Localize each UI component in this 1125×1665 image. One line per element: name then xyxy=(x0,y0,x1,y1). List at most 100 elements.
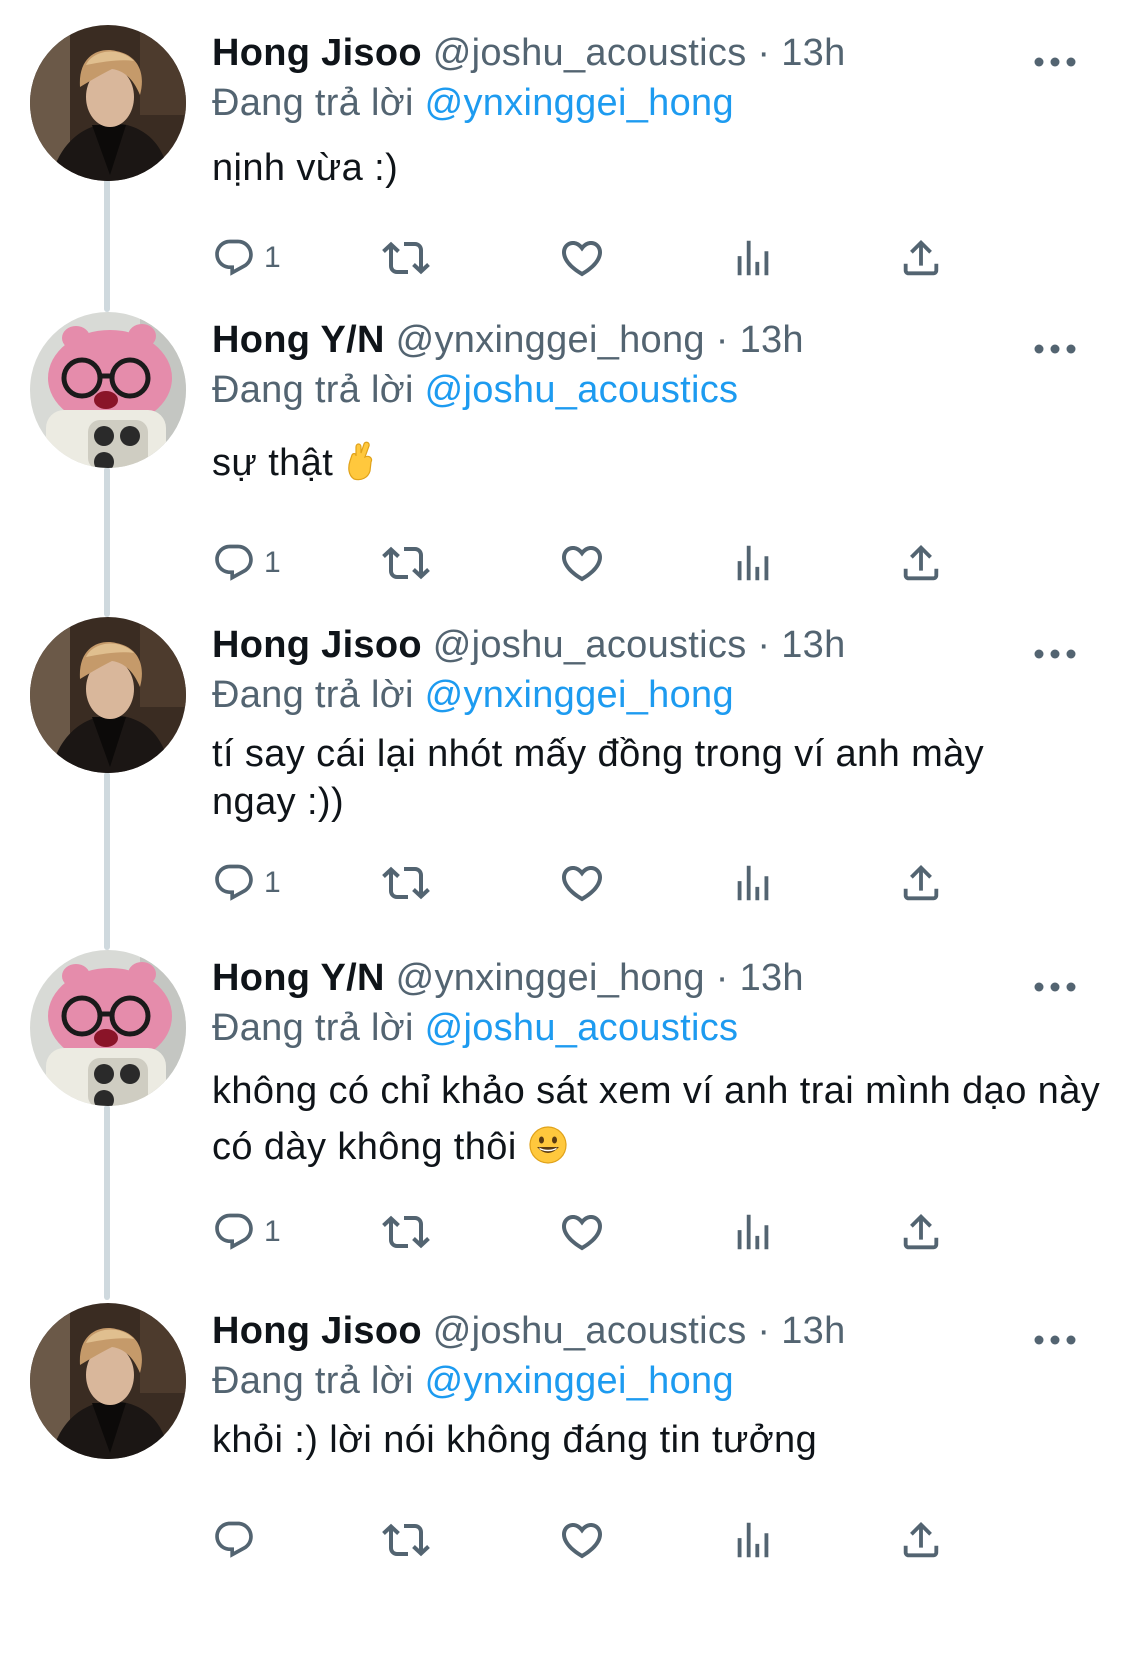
reply-button[interactable]: 1 xyxy=(212,535,281,591)
like-button[interactable] xyxy=(558,535,606,591)
views-icon xyxy=(730,1517,776,1563)
mention-link[interactable]: @joshu_acoustics xyxy=(425,1007,739,1049)
retweet-icon xyxy=(382,859,430,907)
views-button[interactable] xyxy=(730,535,776,591)
retweet-button[interactable] xyxy=(382,230,430,286)
display-name[interactable]: Hong Y/N xyxy=(212,957,385,999)
reply-count: 1 xyxy=(264,241,281,274)
tweet-text-content: không có chỉ khảo sát xem ví anh trai mì… xyxy=(212,1070,1101,1168)
heart-icon xyxy=(558,1516,606,1564)
separator: · xyxy=(715,957,729,999)
timestamp[interactable]: 13h xyxy=(781,1310,845,1352)
share-button[interactable] xyxy=(898,535,944,591)
avatar[interactable] xyxy=(30,950,186,1106)
tweet-header: Hong Y/N @ynxinggei_hong · 13h xyxy=(212,955,804,1001)
more-options-icon[interactable] xyxy=(1033,969,1077,1005)
more-options-icon[interactable] xyxy=(1033,44,1077,80)
reply-context: Đang trả lời @ynxinggei_hong xyxy=(212,80,734,126)
heart-icon xyxy=(558,859,606,907)
mention-link[interactable]: @ynxinggei_hong xyxy=(425,1360,734,1402)
timestamp[interactable]: 13h xyxy=(740,319,804,361)
mention-link[interactable]: @ynxinggei_hong xyxy=(425,82,734,124)
reply-context: Đang trả lời @ynxinggei_hong xyxy=(212,672,734,718)
avatar[interactable] xyxy=(30,25,186,181)
views-icon xyxy=(730,540,776,586)
share-button[interactable] xyxy=(898,1204,944,1260)
action-bar xyxy=(212,1512,1012,1568)
reply-context: Đang trả lời @ynxinggei_hong xyxy=(212,1358,734,1404)
retweet-icon xyxy=(382,539,430,587)
share-button[interactable] xyxy=(898,855,944,911)
retweet-button[interactable] xyxy=(382,855,430,911)
reply-button[interactable] xyxy=(212,1512,264,1568)
crossed-fingers-emoji xyxy=(348,441,373,481)
reply-button[interactable]: 1 xyxy=(212,855,281,911)
more-options-icon[interactable] xyxy=(1033,1322,1077,1358)
user-handle[interactable]: @ynxinggei_hong xyxy=(396,957,705,999)
separator: · xyxy=(757,32,771,74)
tweet-header: Hong Jisoo @joshu_acoustics · 13h xyxy=(212,30,846,76)
mention-link[interactable]: @joshu_acoustics xyxy=(425,369,739,411)
reply-icon xyxy=(212,861,256,905)
user-handle[interactable]: @ynxinggei_hong xyxy=(396,319,705,361)
share-button[interactable] xyxy=(898,230,944,286)
tweet[interactable]: Hong Jisoo @joshu_acoustics · 13h Đang t… xyxy=(0,612,1125,952)
action-bar: 1 xyxy=(212,535,1012,591)
reply-icon xyxy=(212,541,256,585)
views-button[interactable] xyxy=(730,1204,776,1260)
reply-icon xyxy=(212,1210,256,1254)
reply-button[interactable]: 1 xyxy=(212,230,281,286)
avatar[interactable] xyxy=(30,1303,186,1459)
display-name[interactable]: Hong Jisoo xyxy=(212,1310,422,1352)
display-name[interactable]: Hong Y/N xyxy=(212,319,385,361)
display-name[interactable]: Hong Jisoo xyxy=(212,624,422,666)
retweet-icon xyxy=(382,1208,430,1256)
separator: · xyxy=(757,1310,771,1352)
retweet-icon xyxy=(382,234,430,282)
views-button[interactable] xyxy=(730,1512,776,1568)
reply-button[interactable]: 1 xyxy=(212,1204,281,1260)
tweet-header: Hong Y/N @ynxinggei_hong · 13h xyxy=(212,317,804,363)
reply-context: Đang trả lời @joshu_acoustics xyxy=(212,1005,738,1051)
action-bar: 1 xyxy=(212,230,1012,286)
reply-context: Đang trả lời @joshu_acoustics xyxy=(212,367,738,413)
tweet[interactable]: Hong Jisoo @joshu_acoustics · 13h Đang t… xyxy=(0,0,1125,310)
retweet-button[interactable] xyxy=(382,535,430,591)
timestamp[interactable]: 13h xyxy=(781,624,845,666)
like-button[interactable] xyxy=(558,230,606,286)
views-icon xyxy=(730,1209,776,1255)
views-button[interactable] xyxy=(730,230,776,286)
share-icon xyxy=(898,860,944,906)
user-handle[interactable]: @joshu_acoustics xyxy=(433,624,747,666)
share-button[interactable] xyxy=(898,1512,944,1568)
timestamp[interactable]: 13h xyxy=(781,32,845,74)
tweet-header: Hong Jisoo @joshu_acoustics · 13h xyxy=(212,622,846,668)
tweet-text: nịnh vừa :) xyxy=(212,147,399,189)
like-button[interactable] xyxy=(558,855,606,911)
retweet-button[interactable] xyxy=(382,1204,430,1260)
like-button[interactable] xyxy=(558,1512,606,1568)
action-bar: 1 xyxy=(212,1204,1012,1260)
share-icon xyxy=(898,1517,944,1563)
views-button[interactable] xyxy=(730,855,776,911)
display-name[interactable]: Hong Jisoo xyxy=(212,32,422,74)
mention-link[interactable]: @ynxinggei_hong xyxy=(425,674,734,716)
retweet-icon xyxy=(382,1516,430,1564)
user-handle[interactable]: @joshu_acoustics xyxy=(433,32,747,74)
views-icon xyxy=(730,235,776,281)
tweet[interactable]: Hong Jisoo @joshu_acoustics · 13h Đang t… xyxy=(0,1298,1125,1665)
timestamp[interactable]: 13h xyxy=(740,957,804,999)
tweet-text: khỏi :) lời nói không đáng tin tưởng xyxy=(212,1419,818,1461)
views-icon xyxy=(730,860,776,906)
reply-prefix: Đang trả lời xyxy=(212,1007,414,1049)
more-options-icon[interactable] xyxy=(1033,331,1077,367)
like-button[interactable] xyxy=(558,1204,606,1260)
more-options-icon[interactable] xyxy=(1033,636,1077,672)
avatar[interactable] xyxy=(30,312,186,468)
avatar[interactable] xyxy=(30,617,186,773)
tweet[interactable]: Hong Y/N @ynxinggei_hong · 13h Đang trả … xyxy=(0,945,1125,1300)
tweet[interactable]: Hong Y/N @ynxinggei_hong · 13h Đang trả … xyxy=(0,307,1125,617)
retweet-button[interactable] xyxy=(382,1512,430,1568)
reply-prefix: Đang trả lời xyxy=(212,1360,414,1402)
user-handle[interactable]: @joshu_acoustics xyxy=(433,1310,747,1352)
